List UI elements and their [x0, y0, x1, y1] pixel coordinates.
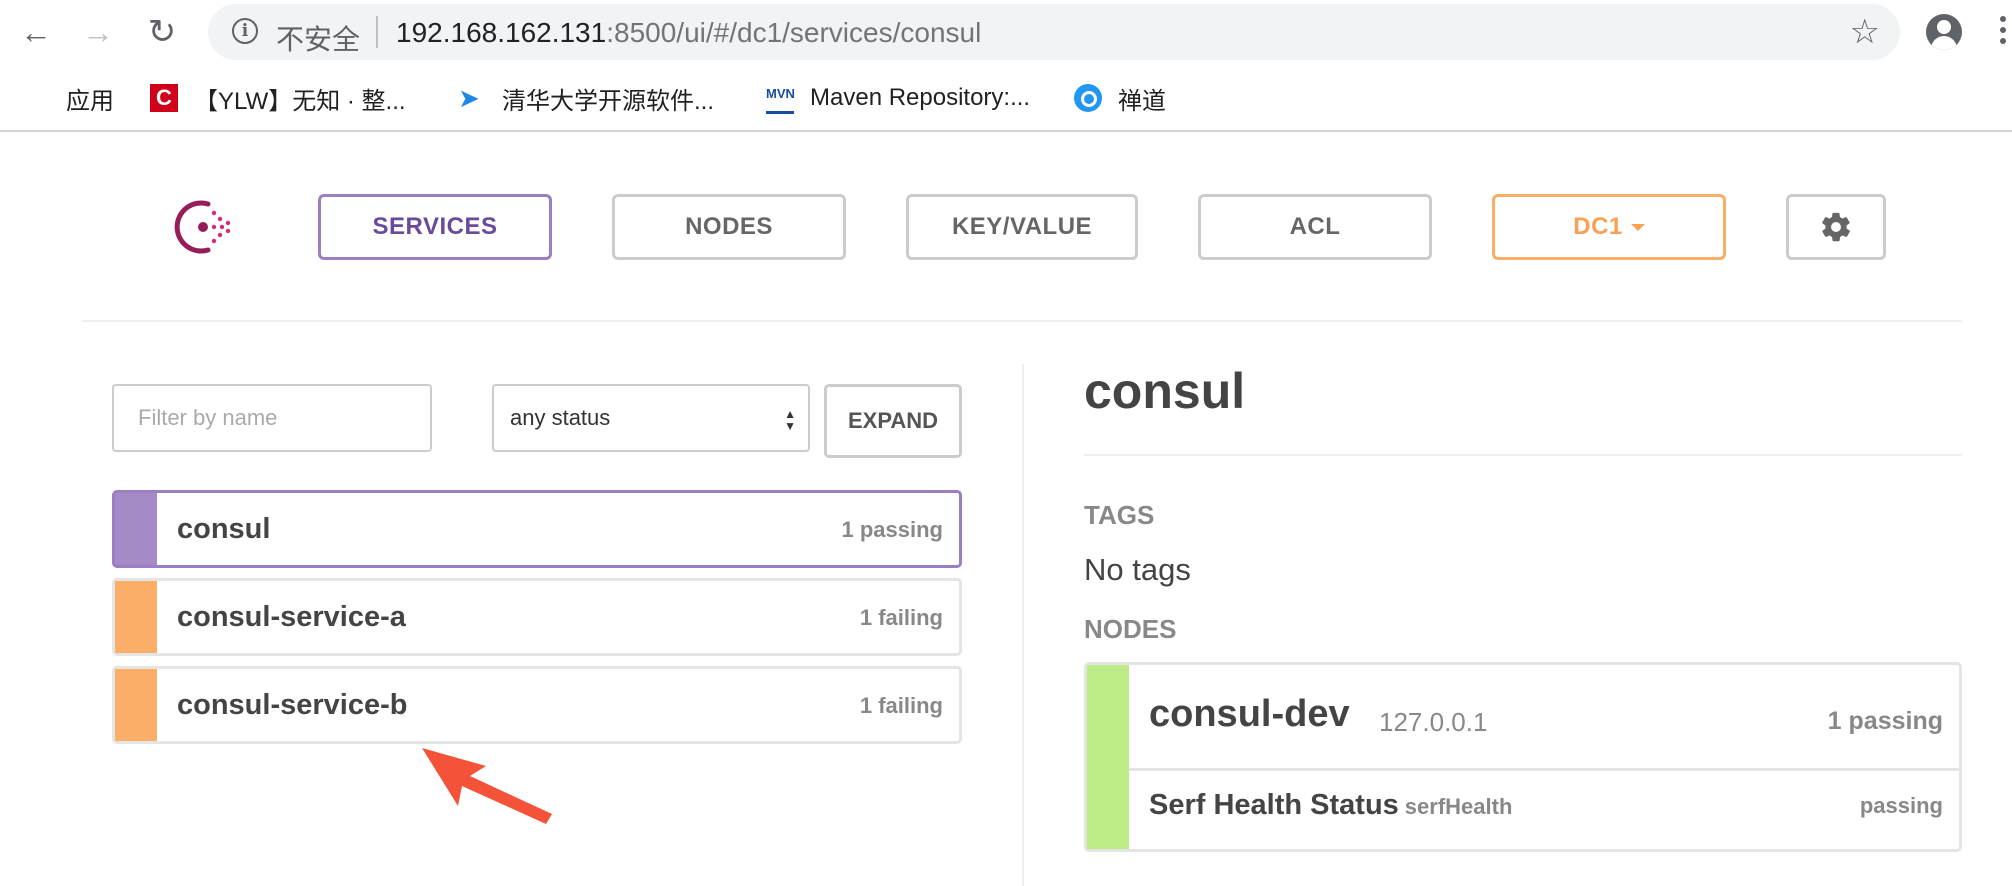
nav-services-button[interactable]: SERVICES — [318, 194, 552, 260]
check-id: serfHealth — [1404, 794, 1513, 819]
gear-icon — [1822, 212, 1850, 242]
browser-toolbar: ← → ↻ i 不安全 192.168.162.131:8500/ui/#/dc… — [0, 0, 2012, 64]
node-health-count: 1 passing — [1827, 707, 1943, 735]
service-health-count: 1 failing — [859, 605, 943, 630]
menu-kebab-icon[interactable] — [2000, 16, 2008, 50]
service-health-count: 1 failing — [859, 693, 943, 718]
header-divider — [82, 320, 1962, 322]
divider — [376, 16, 378, 48]
bookmark-tsinghua[interactable]: ➤ 清华大学开源软件... — [458, 80, 714, 116]
node-address: 127.0.0.1 — [1379, 707, 1488, 737]
expand-button[interactable]: EXPAND — [824, 384, 962, 458]
title-divider — [1084, 454, 1962, 456]
c-logo-icon: C — [150, 84, 178, 112]
mvn-icon: MVN — [766, 83, 795, 114]
bookmark-ylw[interactable]: C 【YLW】无知 · 整... — [150, 80, 406, 116]
check-divider — [1129, 768, 1959, 771]
address-bar[interactable]: i 不安全 192.168.162.131:8500/ui/#/dc1/serv… — [208, 4, 1900, 60]
caret-down-icon — [1630, 223, 1645, 231]
check-item: Serf Health Status serfHealth — [1149, 789, 1512, 822]
service-detail-title: consul — [1084, 363, 1246, 419]
service-name: consul — [177, 513, 271, 545]
status-select[interactable]: any status ▲ ▼ — [492, 384, 810, 452]
bookmark-label: 禅道 — [1118, 87, 1166, 115]
service-status-bar — [115, 669, 157, 741]
consul-logo-icon[interactable] — [172, 196, 234, 258]
nav-acl-button[interactable]: ACL — [1198, 194, 1432, 260]
bookmark-apps[interactable]: 应用 — [22, 80, 114, 116]
bookmark-star-icon[interactable]: ☆ — [1850, 12, 1880, 52]
column-divider — [1022, 364, 1024, 886]
insecure-label[interactable]: 不安全 — [276, 18, 360, 58]
reload-icon[interactable]: ↻ — [142, 12, 182, 52]
check-status: passing — [1859, 793, 1943, 818]
url-text[interactable]: 192.168.162.131:8500/ui/#/dc1/services/c… — [396, 17, 981, 49]
apps-grid-icon — [22, 84, 50, 112]
node-status-bar — [1087, 665, 1129, 849]
profile-avatar-icon[interactable] — [1926, 14, 1962, 50]
check-name: Serf Health Status — [1149, 789, 1399, 821]
service-status-bar — [115, 581, 157, 653]
settings-button[interactable] — [1786, 194, 1886, 260]
datacenter-label: DC1 — [1573, 213, 1623, 240]
service-name: consul-service-b — [177, 689, 408, 721]
nodes-heading: NODES — [1084, 614, 1177, 644]
info-icon[interactable]: i — [232, 18, 258, 44]
annotation-arrow-icon — [422, 748, 552, 824]
nav-keyvalue-button[interactable]: KEY/VALUE — [906, 194, 1138, 260]
forward-icon[interactable]: → — [78, 12, 118, 52]
bookmark-label: 【YLW】无知 · 整... — [194, 87, 406, 115]
datacenter-dropdown[interactable]: DC1 — [1492, 194, 1726, 260]
status-select-value: any status — [510, 405, 611, 430]
service-item-consul[interactable]: consul 1 passing — [112, 490, 962, 568]
service-item-consul-service-b[interactable]: consul-service-b 1 failing — [112, 666, 962, 744]
node-name[interactable]: consul-dev — [1149, 693, 1350, 736]
tags-value: No tags — [1084, 552, 1191, 587]
bookmark-maven[interactable]: MVN Maven Repository:... — [766, 80, 1030, 116]
bookmark-zentao[interactable]: 禅道 — [1074, 80, 1166, 116]
select-arrows-icon: ▲ ▼ — [784, 407, 796, 433]
filter-by-name-input[interactable] — [112, 384, 432, 452]
back-icon[interactable]: ← — [16, 12, 56, 52]
service-item-consul-service-a[interactable]: consul-service-a 1 failing — [112, 578, 962, 656]
zentao-icon — [1074, 84, 1102, 112]
bookmark-label: Maven Repository:... — [810, 84, 1031, 111]
bookmark-label: 清华大学开源软件... — [502, 87, 715, 115]
url-host: 192.168.162.131 — [396, 17, 607, 48]
bookmarks-bar: 应用 C 【YLW】无知 · 整... ➤ 清华大学开源软件... MVN Ma… — [0, 64, 2012, 132]
url-path: :8500/ui/#/dc1/services/consul — [606, 17, 982, 48]
nav-nodes-button[interactable]: NODES — [612, 194, 846, 260]
service-health-count: 1 passing — [841, 517, 943, 542]
service-status-bar — [115, 493, 157, 565]
bird-icon: ➤ — [458, 83, 480, 113]
bookmark-label: 应用 — [66, 87, 114, 115]
service-name: consul-service-a — [177, 601, 406, 633]
tags-heading: TAGS — [1084, 500, 1155, 530]
node-card[interactable]: consul-dev 127.0.0.1 1 passing Serf Heal… — [1084, 662, 1962, 852]
